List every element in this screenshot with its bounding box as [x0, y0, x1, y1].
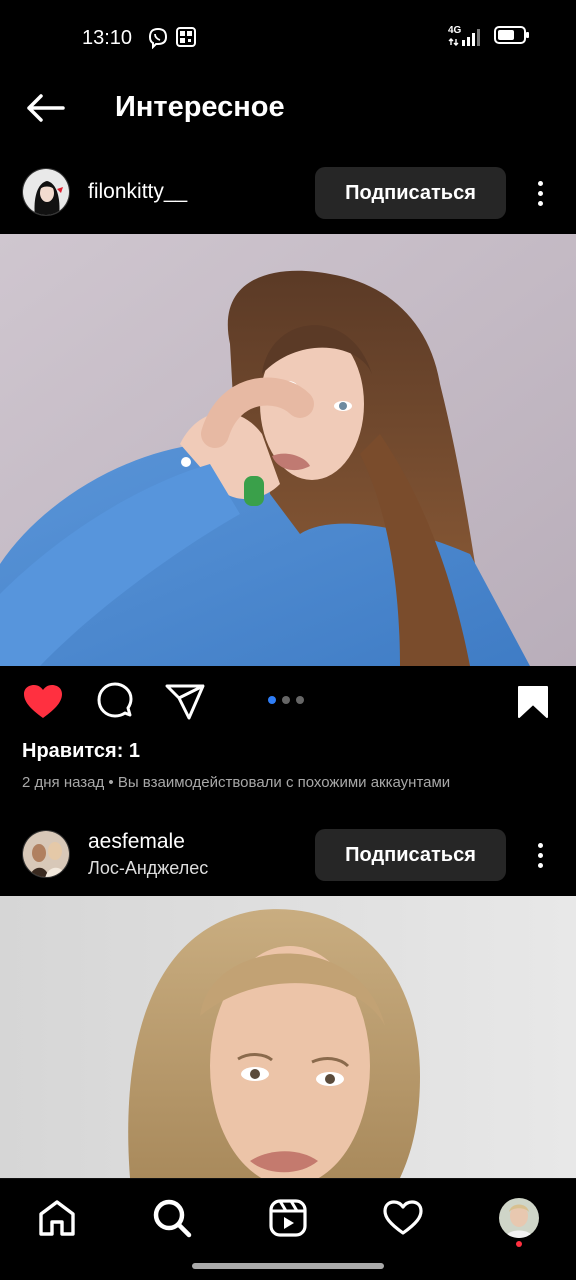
back-arrow-icon[interactable]	[22, 88, 68, 128]
post-photo[interactable]	[0, 234, 576, 666]
qr-icon	[176, 27, 196, 49]
comment-icon[interactable]	[94, 682, 136, 722]
more-options-icon[interactable]	[526, 835, 554, 875]
post-photo[interactable]	[0, 896, 576, 1178]
home-icon[interactable]	[32, 1195, 82, 1241]
avatar	[499, 1198, 539, 1238]
activity-heart-icon[interactable]	[378, 1195, 428, 1241]
post-actions	[0, 672, 576, 732]
network-type: 4G	[448, 24, 462, 36]
avatar[interactable]	[22, 830, 70, 878]
avatar[interactable]	[22, 168, 70, 216]
signal-icon: 4G	[448, 24, 482, 49]
top-bar: Интересное	[0, 76, 576, 142]
viber-icon	[148, 27, 168, 50]
username[interactable]: aesfemale	[88, 830, 185, 854]
status-indicators: 4G	[448, 24, 530, 49]
status-time: 13:10	[82, 27, 133, 49]
share-send-icon[interactable]	[164, 682, 206, 722]
location[interactable]: Лос-Анджелес	[88, 858, 208, 879]
notification-dot	[516, 1241, 522, 1247]
post-header: filonkitty__ Подписаться	[0, 158, 576, 228]
search-icon[interactable]	[147, 1195, 197, 1241]
page-title: Интересное	[115, 91, 285, 123]
follow-button[interactable]: Подписаться	[315, 167, 506, 219]
carousel-dot	[282, 696, 290, 704]
reels-icon[interactable]	[263, 1195, 313, 1241]
post-header: aesfemale Лос-Анджелес Подписаться	[0, 820, 576, 890]
username[interactable]: filonkitty__	[88, 180, 187, 204]
battery-icon	[494, 26, 530, 49]
bookmark-saved-icon[interactable]	[512, 682, 554, 722]
carousel-dot	[296, 696, 304, 704]
status-bar: 13:10 4G	[0, 0, 576, 76]
like-heart-icon[interactable]	[22, 682, 64, 722]
carousel-dot-active	[268, 696, 276, 704]
likes-count[interactable]: Нравится: 1	[22, 740, 140, 763]
follow-button[interactable]: Подписаться	[315, 829, 506, 881]
profile-avatar[interactable]	[494, 1195, 544, 1247]
carousel-indicator	[268, 696, 304, 704]
more-options-icon[interactable]	[526, 173, 554, 213]
post-meta: 2 дня назад • Вы взаимодействовали с пох…	[22, 774, 451, 791]
home-indicator[interactable]	[192, 1263, 384, 1269]
